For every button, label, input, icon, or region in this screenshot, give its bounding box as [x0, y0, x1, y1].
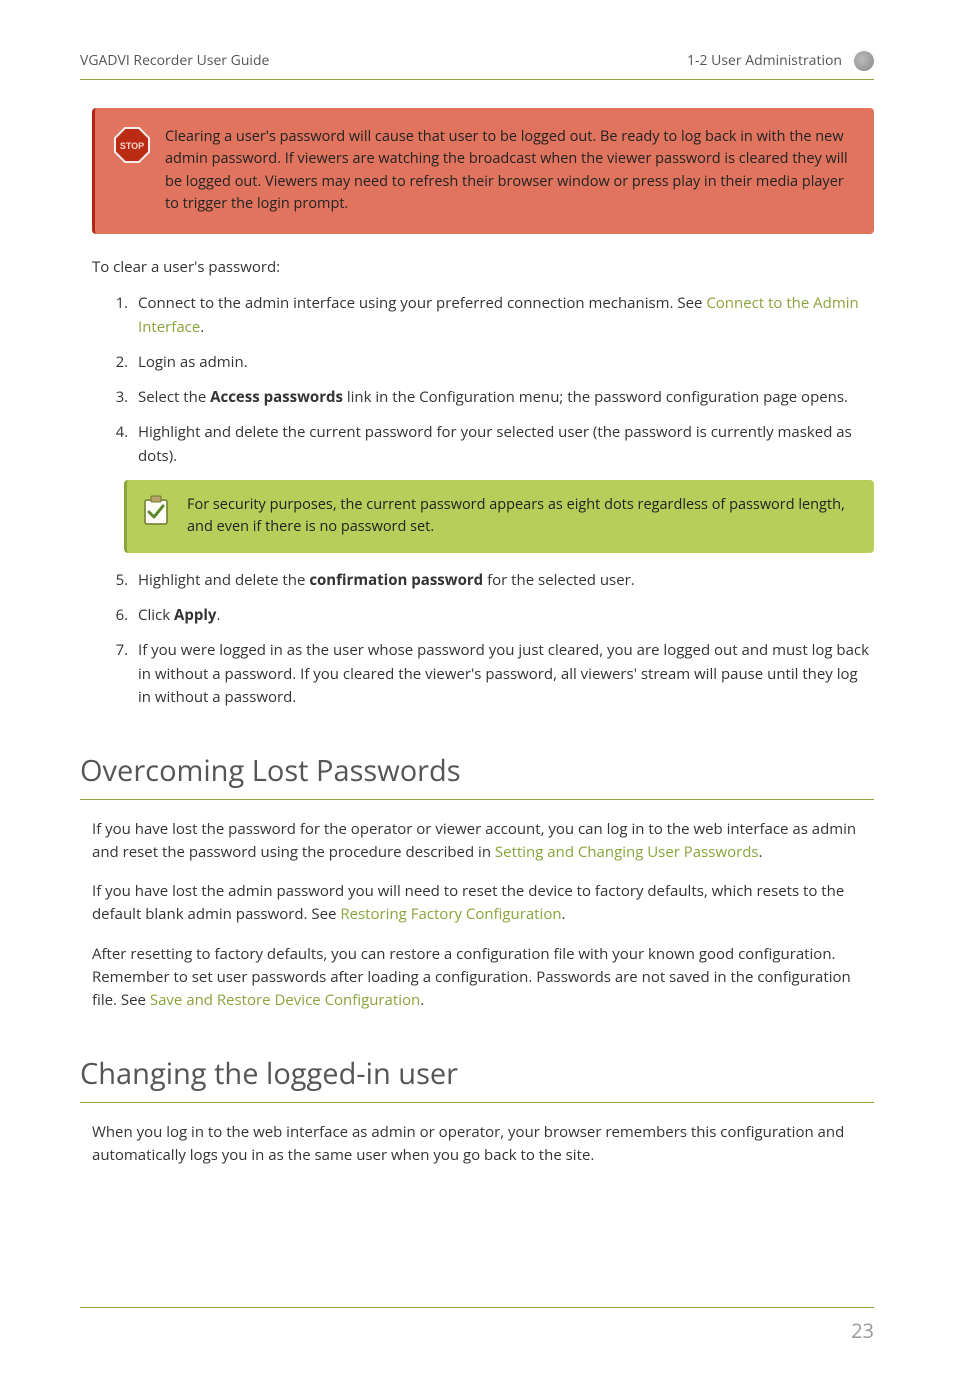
- step-3-bold: Access passwords: [210, 387, 343, 407]
- warning-text: Clearing a user's password will cause th…: [165, 126, 852, 216]
- section1-p1: If you have lost the password for the op…: [92, 818, 874, 865]
- header-section-text: 1-2 User Administration: [687, 50, 842, 71]
- warning-callout: STOP Clearing a user's password will cau…: [92, 108, 874, 234]
- page-header: VGADVI Recorder User Guide 1-2 User Admi…: [80, 50, 874, 80]
- step-6-text-a: Click: [138, 605, 174, 625]
- step-3-text-a: Select the: [138, 387, 210, 407]
- svg-text:STOP: STOP: [120, 141, 144, 151]
- note-text: For security purposes, the current passw…: [187, 494, 854, 539]
- note-icon: [141, 494, 171, 528]
- section1-p2-b: .: [562, 904, 566, 924]
- step-7: If you were logged in as the user whose …: [132, 639, 874, 709]
- step-3-text-c: link in the Configuration menu; the pass…: [343, 387, 848, 407]
- section1-p2: If you have lost the admin password you …: [92, 880, 874, 927]
- section2-p1: When you log in to the web interface as …: [92, 1121, 874, 1168]
- step-5: Highlight and delete the confirmation pa…: [132, 569, 874, 592]
- section1-p3-b: .: [420, 990, 424, 1010]
- step-3: Select the Access passwords link in the …: [132, 386, 874, 409]
- page-number: 23: [851, 1317, 874, 1344]
- step-1: Connect to the admin interface using you…: [132, 292, 874, 339]
- link-setting-changing-passwords[interactable]: Setting and Changing User Passwords: [495, 842, 759, 862]
- step-1-text-a: Connect to the admin interface using you…: [138, 293, 706, 313]
- header-guide-title: VGADVI Recorder User Guide: [80, 50, 269, 71]
- stop-icon: STOP: [113, 126, 151, 164]
- step-5-text-c: for the selected user.: [483, 570, 635, 590]
- section1-p1-b: .: [759, 842, 763, 862]
- intro-text: To clear a user's password:: [92, 256, 874, 279]
- brand-icon: [854, 51, 874, 71]
- step-2: Login as admin.: [132, 351, 874, 374]
- section1-p3: After resetting to factory defaults, you…: [92, 943, 874, 1013]
- header-section-title: 1-2 User Administration: [687, 50, 874, 71]
- step-4: Highlight and delete the current passwor…: [132, 421, 874, 552]
- note-callout: For security purposes, the current passw…: [124, 480, 874, 553]
- step-6: Click Apply.: [132, 604, 874, 627]
- link-restoring-factory-config[interactable]: Restoring Factory Configuration: [340, 904, 561, 924]
- steps-list: Connect to the admin interface using you…: [132, 292, 874, 709]
- step-4-text: Highlight and delete the current passwor…: [138, 422, 852, 465]
- step-1-text-b: .: [200, 317, 204, 337]
- step-6-bold: Apply: [174, 605, 216, 625]
- link-save-restore-config[interactable]: Save and Restore Device Configuration: [150, 990, 420, 1010]
- page-footer: 23: [80, 1307, 874, 1346]
- step-6-text-c: .: [216, 605, 220, 625]
- section-changing-logged-in-user: Changing the logged-in user: [80, 1052, 874, 1103]
- step-5-bold: confirmation password: [309, 570, 483, 590]
- step-5-text-a: Highlight and delete the: [138, 570, 309, 590]
- section-overcoming-lost-passwords: Overcoming Lost Passwords: [80, 749, 874, 800]
